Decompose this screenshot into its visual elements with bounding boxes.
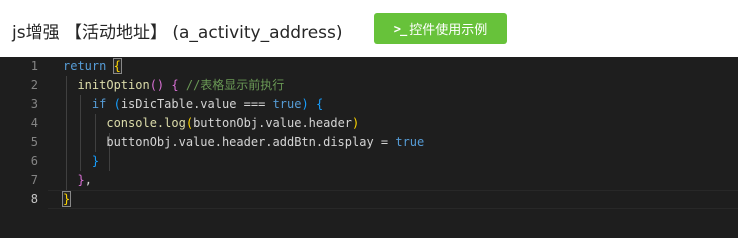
code-line-3: if (isDicTable.value === true) { xyxy=(91,97,324,111)
code-line-1: return { xyxy=(63,58,122,74)
line-number-active: 8 xyxy=(30,192,38,206)
matched-brace: } xyxy=(61,191,72,207)
matched-brace: { xyxy=(112,58,122,74)
line-number: 7 xyxy=(30,173,38,187)
line-number: 5 xyxy=(30,135,38,149)
code-line-8: } xyxy=(61,190,72,209)
code-line-6: } xyxy=(91,154,100,168)
code-area[interactable]: return { initOption() { //表格显示前执行 if (is… xyxy=(61,57,738,238)
dialog-header: js增强 【活动地址】 (a_activity_address) >_ 控件使用… xyxy=(0,0,738,57)
code-line-7: }, xyxy=(77,173,92,187)
line-number: 1 xyxy=(30,59,38,73)
line-number-gutter: 1 2 3 4 5 6 7 8 xyxy=(0,57,48,238)
line-number: 6 xyxy=(30,154,38,168)
line-number: 4 xyxy=(30,116,38,130)
code-editor[interactable]: 1 2 3 4 5 6 7 8 return { initOption() { … xyxy=(0,57,738,238)
dialog-title: js增强 【活动地址】 (a_activity_address) xyxy=(12,23,343,43)
code-line-4: console.log(buttonObj.value.header) xyxy=(106,116,360,130)
code-line-5: buttonObj.value.header.addBtn.display = … xyxy=(106,135,425,149)
line-number: 3 xyxy=(30,97,38,111)
control-example-button-label: 控件使用示例 xyxy=(409,23,488,38)
code-line-2: initOption() { //表格显示前执行 xyxy=(77,78,285,92)
terminal-icon: >_ xyxy=(393,21,407,36)
line-number: 2 xyxy=(30,78,38,92)
control-example-button[interactable]: >_ 控件使用示例 xyxy=(374,13,507,44)
